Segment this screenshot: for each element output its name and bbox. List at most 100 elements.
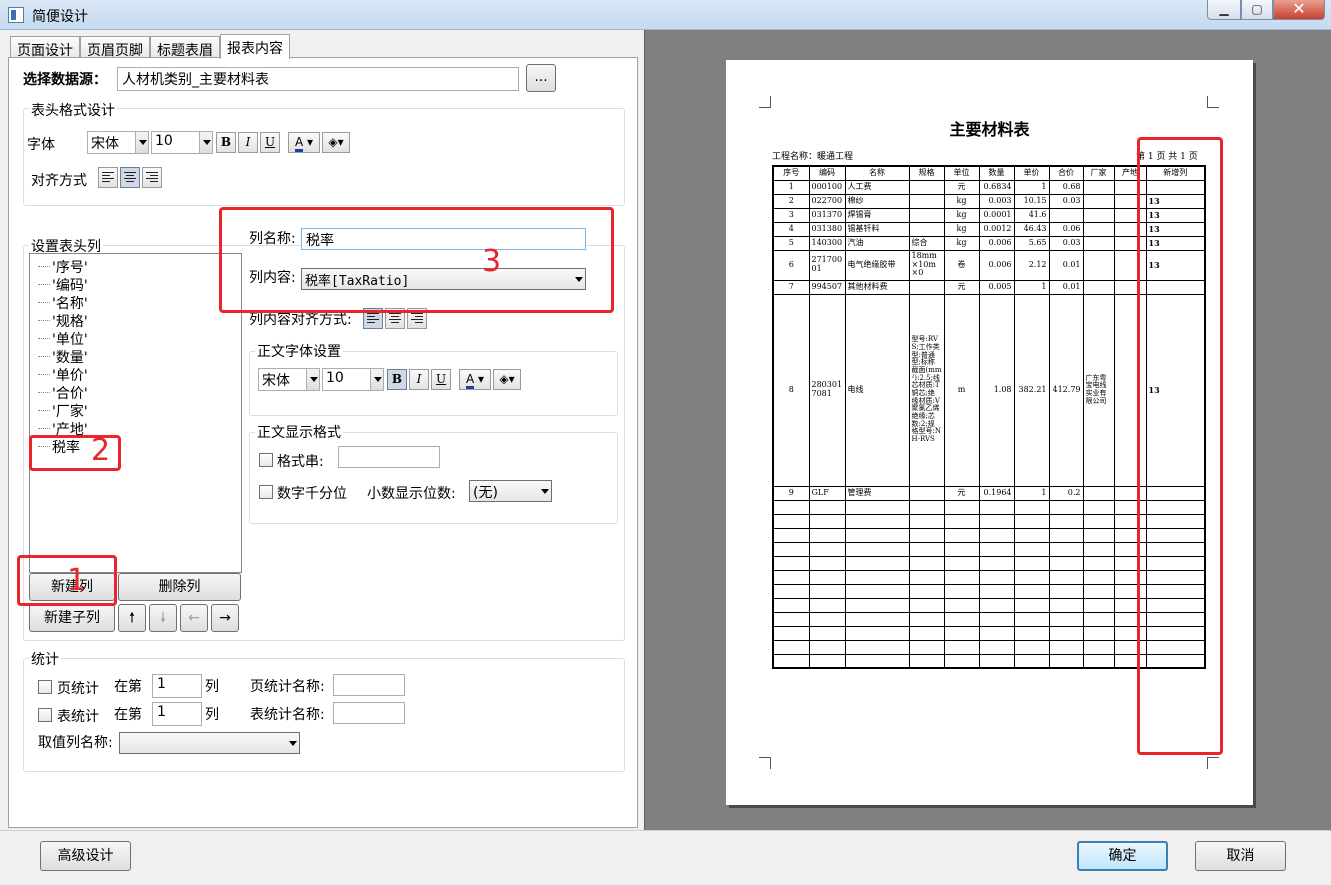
datasource-browse-button[interactable]: ... <box>526 64 556 92</box>
report-cell <box>943 625 980 641</box>
report-cell: 0.01 <box>1048 249 1084 281</box>
font-color-button[interactable]: A ▾ <box>288 132 320 153</box>
value-column-select[interactable] <box>119 732 300 754</box>
fill-color-button[interactable]: ◈▾ <box>322 132 350 153</box>
report-cell: kg <box>943 221 980 237</box>
page-stat-checkbox[interactable] <box>38 680 52 694</box>
tree-item[interactable]: '厂家' <box>38 401 88 421</box>
report-header-cell: 厂家 <box>1082 165 1115 181</box>
move-right-button[interactable]: → <box>211 604 239 632</box>
tree-item-label: '数量' <box>52 350 88 366</box>
underline-button[interactable]: U <box>260 132 280 153</box>
report-cell: 管理费 <box>844 485 910 501</box>
advanced-design-button[interactable]: 高级设计 <box>40 841 131 871</box>
report-cell <box>772 513 810 529</box>
chevron-down-icon <box>538 481 551 501</box>
header-size-select[interactable]: 10 <box>151 131 213 154</box>
format-string-input[interactable] <box>338 446 440 468</box>
report-cell <box>1048 569 1084 585</box>
tab-header-footer[interactable]: 页眉页脚 <box>80 36 150 59</box>
report-cell <box>1048 499 1084 515</box>
decimals-label: 小数显示位数: <box>367 486 456 502</box>
report-cell <box>978 597 1015 613</box>
column-tree[interactable]: '序号' '编码' '名称' '规格' '单位' '数量' '单价' '合价' … <box>29 253 242 573</box>
tree-item[interactable]: '单位' <box>38 329 88 349</box>
annotation-number-3: 3 <box>482 244 502 279</box>
move-up-button[interactable]: 🠕 <box>118 604 146 632</box>
report-cell <box>1082 221 1115 237</box>
paint-bucket-icon: ◈ <box>499 372 509 386</box>
tree-item[interactable]: '规格' <box>38 311 88 331</box>
tree-item[interactable]: '编码' <box>38 275 88 295</box>
report-cell: 0.005 <box>978 279 1015 295</box>
body-font-color-button[interactable]: A ▾ <box>459 369 491 390</box>
tree-item[interactable]: '名称' <box>38 293 88 313</box>
table-stat-col-unit: 列 <box>205 707 219 723</box>
report-cell <box>1082 639 1115 655</box>
move-down-button[interactable]: 🠗 <box>149 604 177 632</box>
ok-button[interactable]: 确定 <box>1077 841 1168 871</box>
align-left-button[interactable] <box>98 167 118 188</box>
tree-item[interactable]: '数量' <box>38 347 88 367</box>
report-cell <box>978 653 1015 669</box>
crop-mark <box>759 757 771 769</box>
align-center-button[interactable] <box>120 167 140 188</box>
report-cell <box>772 499 810 515</box>
report-cell: 0.6834 <box>978 179 1015 195</box>
body-italic-button[interactable]: I <box>409 369 429 390</box>
report-cell: 000100 <box>808 179 846 195</box>
report-cell: 41.6 <box>1013 207 1050 223</box>
report-cell <box>1048 583 1084 599</box>
report-cell <box>808 639 846 655</box>
report-cell <box>808 583 846 599</box>
minimize-button[interactable]: ▁ <box>1207 0 1241 20</box>
align-right-button[interactable] <box>142 167 162 188</box>
tree-item[interactable]: '单价' <box>38 365 88 385</box>
report-cell <box>1048 541 1084 557</box>
decimals-select[interactable]: (无) <box>469 480 552 502</box>
bold-button[interactable]: B <box>216 132 236 153</box>
report-cell <box>772 639 810 655</box>
body-size-select[interactable]: 10 <box>322 368 384 391</box>
header-font-select[interactable]: 宋体 <box>87 131 149 154</box>
report-header-cell: 名称 <box>844 165 910 181</box>
body-bold-button[interactable]: B <box>387 369 407 390</box>
report-cell <box>943 583 980 599</box>
report-cell <box>844 583 910 599</box>
tree-item-label: '序号' <box>52 260 88 276</box>
table-stat-checkbox[interactable] <box>38 708 52 722</box>
body-underline-button[interactable]: U <box>431 369 451 390</box>
report-cell: 0.0001 <box>978 207 1015 223</box>
report-cell <box>1082 485 1115 501</box>
new-subcolumn-button[interactable]: 新建子列 <box>29 604 115 632</box>
table-stat-column-input[interactable]: 1 <box>152 702 202 726</box>
page-stat-column-input[interactable]: 1 <box>152 674 202 698</box>
report-cell: 2 <box>772 193 810 209</box>
page-stat-name-input[interactable] <box>333 674 405 696</box>
report-cell: 412.79 <box>1048 293 1084 487</box>
move-left-button[interactable]: ← <box>180 604 208 632</box>
tab-title-header[interactable]: 标题表眉 <box>150 36 220 59</box>
report-cell <box>943 527 980 543</box>
tree-item[interactable]: '合价' <box>38 383 88 403</box>
tree-item[interactable]: '序号' <box>38 257 88 277</box>
tab-page-design[interactable]: 页面设计 <box>10 36 80 59</box>
close-button[interactable]: ✕ <box>1273 0 1325 20</box>
settings-panel: 页面设计 页眉页脚 标题表眉 报表内容 选择数据源： 人材机类别_主要材料表 .… <box>0 30 644 830</box>
format-string-checkbox[interactable] <box>259 453 273 467</box>
report-cell: 锡基钎料 <box>844 221 910 237</box>
italic-button[interactable]: I <box>238 132 258 153</box>
body-font-select[interactable]: 宋体 <box>258 368 320 391</box>
report-cell <box>808 541 846 557</box>
report-cell <box>943 555 980 571</box>
tab-report-content[interactable]: 报表内容 <box>220 34 290 59</box>
maximize-button[interactable]: ▢ <box>1241 0 1273 20</box>
table-stat-name-input[interactable] <box>333 702 405 724</box>
datasource-input[interactable]: 人材机类别_主要材料表 <box>117 67 519 91</box>
decimals-value: (无) <box>473 485 498 501</box>
body-fill-color-button[interactable]: ◈▾ <box>493 369 521 390</box>
cancel-button[interactable]: 取消 <box>1195 841 1286 871</box>
delete-column-button[interactable]: 删除列 <box>118 573 241 601</box>
report-cell: 0.006 <box>978 235 1015 251</box>
thousand-separator-checkbox[interactable] <box>259 485 273 499</box>
